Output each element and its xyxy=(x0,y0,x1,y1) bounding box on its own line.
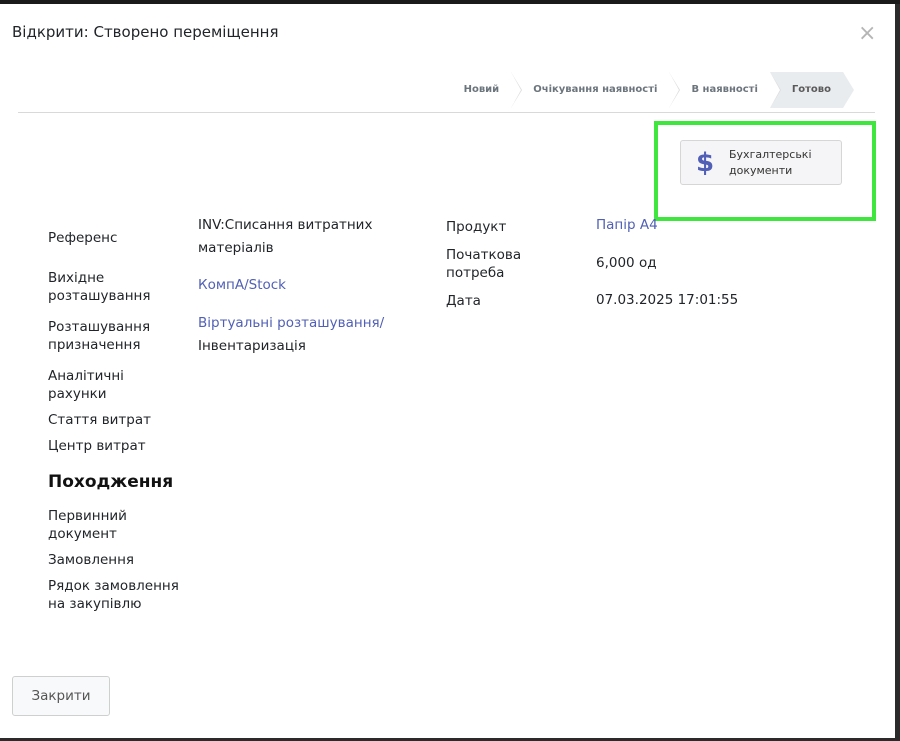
source-document-label: Первинний документ xyxy=(48,507,127,543)
analytic-accounts-label-line2: рахунки xyxy=(48,386,107,402)
reference-value-line1: INV:Списання витратних xyxy=(198,217,373,233)
dollar-icon: $ xyxy=(695,147,715,178)
purchase-line-label-line1: Рядок замовлення xyxy=(48,578,179,594)
dialog-title: Відкрити: Створено переміщення xyxy=(12,23,279,41)
accounting-documents-label-line1: Бухгалтерські xyxy=(729,147,812,161)
purchase-line-label: Рядок замовлення на закупівлю xyxy=(48,577,179,613)
stage-list: Новий Очікування наявності В наявності Г… xyxy=(441,72,855,108)
dest-location-link[interactable]: Віртуальні розташування/ xyxy=(198,312,384,335)
close-button[interactable]: Закрити xyxy=(12,676,110,716)
expense-item-label: Стаття витрат xyxy=(48,412,152,428)
move-dialog: Відкрити: Створено переміщення × Новий О… xyxy=(0,4,895,738)
stage-new[interactable]: Новий xyxy=(441,72,522,108)
dest-location-label: Розташування призначення xyxy=(48,318,150,354)
purchase-line-label-line2: на закупівлю xyxy=(48,596,142,612)
initial-demand-label-line2: потреба xyxy=(446,265,505,281)
reference-label: Референс xyxy=(48,230,118,246)
order-label: Замовлення xyxy=(48,552,135,568)
stage-waiting[interactable]: Очікування наявності xyxy=(511,72,681,108)
product-link[interactable]: Папір А4 xyxy=(596,214,658,237)
dest-location-value: Віртуальні розташування/ Інвентаризація xyxy=(198,312,384,358)
source-location-label-line2: розташування xyxy=(48,288,151,304)
source-document-label-line2: документ xyxy=(48,526,117,542)
accounting-documents-button[interactable]: $ Бухгалтерські документи xyxy=(680,140,842,185)
initial-demand-label-line1: Початкова xyxy=(446,247,522,263)
accounting-documents-label-line2: документи xyxy=(729,163,793,177)
source-location-label: Вихідне розташування xyxy=(48,269,151,305)
source-location-link[interactable]: КомпА/Stock xyxy=(198,274,286,297)
source-location-label-line1: Вихідне xyxy=(48,270,105,286)
close-icon[interactable]: × xyxy=(858,23,876,45)
initial-demand-value: 6,000 од xyxy=(596,255,657,271)
date-value: 07.03.2025 17:01:55 xyxy=(596,292,739,308)
reference-value-line2: матеріалів xyxy=(198,240,274,256)
cost-center-label: Центр витрат xyxy=(48,438,146,454)
source-document-label-line1: Первинний xyxy=(48,508,127,524)
status-bar: Новий Очікування наявності В наявності Г… xyxy=(18,70,875,113)
analytic-accounts-label: Аналітичні рахунки xyxy=(48,367,124,403)
analytic-accounts-label-line1: Аналітичні xyxy=(48,368,124,384)
dest-location-label-line2: призначення xyxy=(48,337,141,353)
dest-location-value-line2: Інвентаризація xyxy=(198,338,306,354)
stage-available[interactable]: В наявності xyxy=(669,72,782,108)
date-label: Дата xyxy=(446,293,481,309)
product-label: Продукт xyxy=(446,219,507,235)
initial-demand-label: Початкова потреба xyxy=(446,246,521,282)
accounting-documents-label: Бухгалтерські документи xyxy=(729,147,819,179)
reference-value: INV:Списання витратних матеріалів xyxy=(198,214,372,260)
dest-location-label-line1: Розташування xyxy=(48,319,151,335)
origin-section-title: Походження xyxy=(48,472,174,492)
